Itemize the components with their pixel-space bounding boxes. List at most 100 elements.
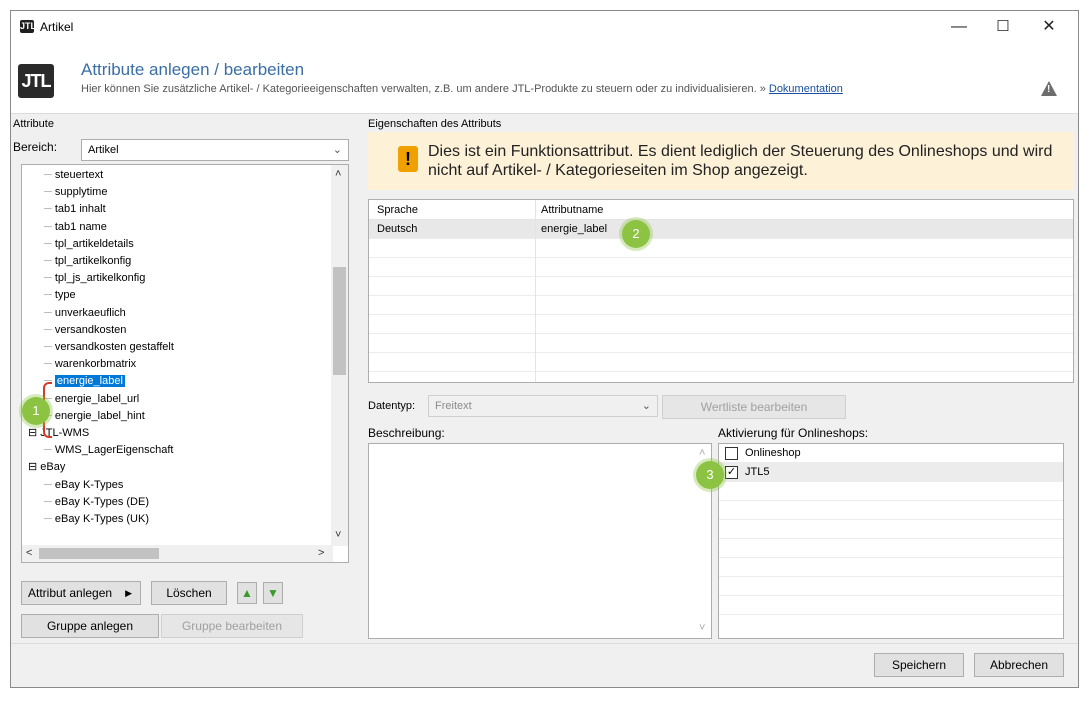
tree-item[interactable]: ⊟ JTL-WMS <box>28 425 89 442</box>
tree-item[interactable]: ─ energie_label_url <box>44 391 139 408</box>
move-up-icon[interactable]: ▲ <box>237 582 257 604</box>
tree-item[interactable]: ─ supplytime <box>44 184 107 201</box>
hscroll-thumb[interactable] <box>39 548 159 559</box>
abbrechen-button[interactable]: Abbrechen <box>974 653 1064 677</box>
speichern-button[interactable]: Speichern <box>874 653 964 677</box>
gruppe-bearbeiten-button[interactable]: Gruppe bearbeiten <box>161 614 303 638</box>
tree-item-label: energie_label_url <box>54 392 140 405</box>
scroll-down-icon[interactable]: ˅ <box>699 622 705 634</box>
properties-group-label: Eigenschaften des Attributs <box>368 118 502 130</box>
row-attributname[interactable]: energie_label <box>541 220 607 239</box>
checkbox-onlineshop[interactable] <box>725 447 738 460</box>
footer-bar: Speichern Abbrechen <box>11 643 1078 687</box>
scroll-left-icon[interactable]: < <box>26 547 32 559</box>
tree-vertical-scrollbar[interactable]: ˄ ˅ <box>331 165 348 546</box>
tree-item[interactable]: ─ steuertext <box>44 167 103 184</box>
tree-item[interactable]: ─ tab1 name <box>44 219 107 236</box>
tree-line-icon: ─ <box>44 237 55 250</box>
attribut-anlegen-button[interactable]: Attribut anlegen ▶ <box>21 581 141 605</box>
grid-row[interactable]: Deutsch energie_label <box>369 220 1073 239</box>
chevron-down-icon: ⌄ <box>332 144 342 156</box>
grid-row-empty <box>369 353 1073 372</box>
tree-item-label: WMS_LagerEigenschaft <box>54 444 174 457</box>
wertliste-bearbeiten-button[interactable]: Wertliste bearbeiten <box>662 395 846 419</box>
tree-item[interactable]: ─ type <box>44 287 76 304</box>
tree-line-icon: ─ <box>44 289 55 302</box>
tree-item[interactable]: ─ tab1 inhalt <box>44 201 106 218</box>
window-title: Artikel <box>40 20 74 34</box>
dropdown-arrow-icon: ▶ <box>125 588 132 598</box>
shop-row-jtl5[interactable]: ✓ JTL5 <box>719 463 1063 482</box>
tree-item-label: tpl_artikelkonfig <box>54 255 132 267</box>
info-box: ! Dies ist ein Funktionsattribut. Es die… <box>368 132 1074 190</box>
checkbox-jtl5[interactable]: ✓ <box>725 466 738 479</box>
grid-row-empty <box>369 277 1073 296</box>
onlineshop-list[interactable]: Onlineshop ✓ JTL5 <box>718 443 1064 639</box>
tree-item[interactable]: ─ tpl_js_artikelkonfig <box>44 270 145 287</box>
tree-line-icon: ─ <box>44 323 55 336</box>
scroll-up-icon[interactable]: ˄ <box>335 168 341 180</box>
warning-icon: ! <box>1041 81 1057 96</box>
exclamation-icon: ! <box>398 146 418 172</box>
tree-item[interactable]: ─ WMS_LagerEigenschaft <box>44 442 173 459</box>
attribute-name-grid[interactable]: Sprache Attributname Deutsch energie_lab… <box>368 199 1074 383</box>
shop-row-empty <box>719 577 1063 596</box>
tree-line-icon: ─ <box>44 478 55 491</box>
page-header: JTL Attribute anlegen / bearbeiten Hier … <box>11 43 1078 113</box>
scroll-thumb[interactable] <box>333 267 346 375</box>
tree-item-label: tab1 name <box>54 220 107 233</box>
grid-row-empty <box>369 334 1073 353</box>
tree-item[interactable]: ─ eBay K-Types (UK) <box>44 511 149 528</box>
info-text: Dies ist ein Funktionsattribut. Es dient… <box>428 143 1053 179</box>
datentyp-select[interactable]: Freitext ⌄ <box>428 395 658 417</box>
attribute-panel: Attribute Bereich: Artikel ⌄ ─ steuertex… <box>11 114 353 644</box>
datentyp-value: Freitext <box>435 400 472 412</box>
main-area: Attribute Bereich: Artikel ⌄ ─ steuertex… <box>11 113 1078 643</box>
attribute-tree[interactable]: ─ steuertext ─ supplytime ─ tab1 inhalt ─ t… <box>21 164 349 563</box>
datentyp-label: Datentyp: <box>368 400 416 412</box>
collapse-icon[interactable]: ⊟ <box>28 461 40 473</box>
tree-item[interactable]: ─ energie_label <box>44 373 125 390</box>
scroll-right-icon[interactable]: > <box>318 547 324 559</box>
tree-item-label: tab1 inhalt <box>54 203 106 216</box>
loeschen-button[interactable]: Löschen <box>151 581 227 605</box>
shop-row-onlineshop[interactable]: Onlineshop <box>719 444 1063 463</box>
tree-item[interactable]: ─ versandkosten <box>44 322 126 339</box>
page-subtitle: Hier können Sie zusätzliche Artikel- / K… <box>81 83 843 95</box>
tree-line-icon: ─ <box>44 444 55 457</box>
maximize-button[interactable]: ☐ <box>980 11 1026 43</box>
tree-line-icon: ─ <box>44 495 55 508</box>
attribute-group-label: Attribute <box>13 118 54 130</box>
tree-item[interactable]: ─ tpl_artikelkonfig <box>44 253 131 270</box>
tree-item[interactable]: ─ versandkosten gestaffelt <box>44 339 174 356</box>
gruppe-anlegen-button[interactable]: Gruppe anlegen <box>21 614 159 638</box>
row-sprache: Deutsch <box>377 223 418 235</box>
shop-row-empty <box>719 558 1063 577</box>
documentation-link[interactable]: Dokumentation <box>769 83 843 95</box>
close-button[interactable]: ✕ <box>1026 11 1072 43</box>
step-badge-3: 3 <box>696 461 724 489</box>
tree-item[interactable]: ─ energie_label_hint <box>44 408 145 425</box>
tree-item[interactable]: ⊟ eBay <box>28 459 65 476</box>
scroll-down-icon[interactable]: ˅ <box>335 529 341 541</box>
tree-item[interactable]: ─ unverkaeuflich <box>44 305 126 322</box>
tree-line-icon: ─ <box>44 513 55 525</box>
tree-item[interactable]: ─ tpl_artikeldetails <box>44 236 134 253</box>
shop-row-empty <box>719 520 1063 539</box>
title-bar: JTL Artikel — ☐ ✕ <box>11 11 1078 43</box>
scroll-up-icon[interactable]: ˄ <box>699 447 705 459</box>
shop-name: Onlineshop <box>745 447 801 459</box>
tree-item[interactable]: ─ eBay K-Types <box>44 477 123 494</box>
step-badge-2: 2 <box>622 220 650 248</box>
tree-line-icon: ─ <box>44 306 55 319</box>
collapse-icon[interactable]: ⊟ <box>28 427 40 439</box>
tree-item[interactable]: ─ warenkorbmatrix <box>44 356 136 373</box>
shop-row-empty <box>719 539 1063 558</box>
minimize-button[interactable]: — <box>936 11 982 43</box>
beschreibung-textarea[interactable]: ˄ ˅ <box>368 443 712 639</box>
tree-item[interactable]: ─ eBay K-Types (DE) <box>44 494 149 511</box>
tree-item-label: versandkosten gestaffelt <box>54 341 174 353</box>
move-down-icon[interactable]: ▼ <box>263 582 283 604</box>
bereich-select[interactable]: Artikel ⌄ <box>81 139 349 161</box>
tree-horizontal-scrollbar[interactable]: < > <box>22 545 333 562</box>
